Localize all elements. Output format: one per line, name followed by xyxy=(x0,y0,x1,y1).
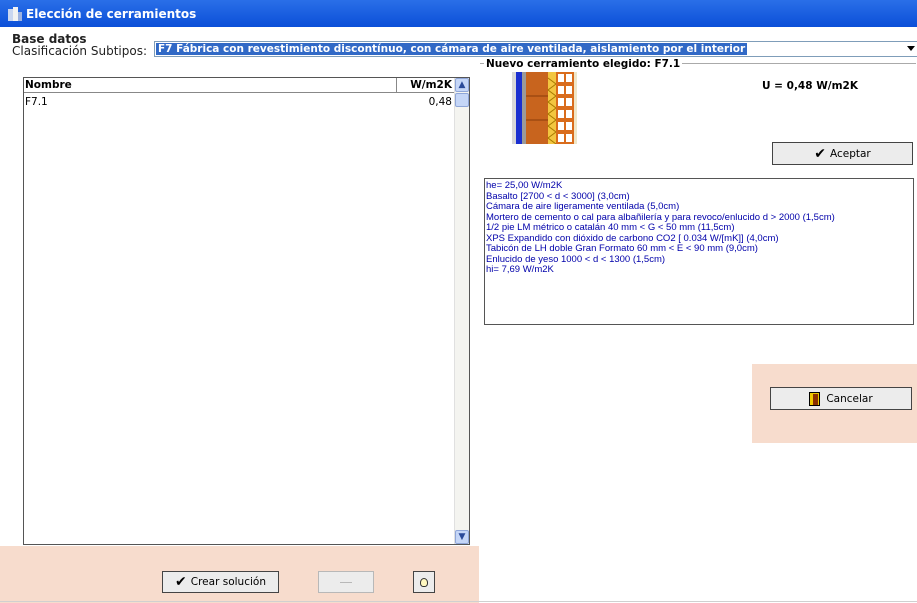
crear-solucion-label: Crear solución xyxy=(190,576,266,588)
window-titlebar: Elección de cerramientos xyxy=(0,0,917,27)
lightbulb-icon xyxy=(420,577,428,587)
nuevo-cerramiento-title: Nuevo cerramiento elegido: F7.1 xyxy=(484,58,683,70)
wall-section-image xyxy=(512,72,577,144)
scroll-thumb[interactable] xyxy=(455,93,469,107)
cancelar-button[interactable]: Cancelar xyxy=(770,387,912,410)
column-header-u[interactable]: W/m2K xyxy=(396,78,455,93)
row-u-value: 0,48 xyxy=(428,96,452,108)
scroll-down-icon[interactable]: ▼ xyxy=(455,530,469,544)
description-line: he= 25,00 W/m2K xyxy=(486,180,563,191)
u-value-label: U = 0,48 W/m2K xyxy=(762,80,858,92)
clasificacion-label: Clasificación Subtipos: xyxy=(12,44,147,58)
window-title: Elección de cerramientos xyxy=(26,6,197,21)
table-scrollbar[interactable]: ▲ ▼ xyxy=(454,78,469,544)
dash-icon xyxy=(340,582,352,583)
layers-description[interactable]: he= 25,00 W/m2K Basalto [2700 < d < 3000… xyxy=(484,178,914,325)
crear-solucion-button[interactable]: ✔ Crear solución xyxy=(162,571,279,593)
table-header: Nombre W/m2K xyxy=(24,78,455,93)
divider xyxy=(0,601,917,602)
subtype-selected-value: F7 Fábrica con revestimiento discontínuo… xyxy=(156,43,748,55)
row-nombre: F7.1 xyxy=(25,96,48,108)
building-icon xyxy=(8,6,22,21)
cancelar-label: Cancelar xyxy=(826,392,873,405)
subtype-dropdown[interactable]: F7 Fábrica con revestimiento discontínuo… xyxy=(154,41,917,57)
disabled-button[interactable] xyxy=(318,571,374,593)
description-line: Tabicón de LH doble Gran Formato 60 mm <… xyxy=(486,243,758,254)
description-line: 1/2 pie LM métrico o catalán 40 mm < G <… xyxy=(486,222,735,233)
table-row[interactable]: F7.1 0,48 xyxy=(24,95,455,110)
cerramientos-table: Nombre W/m2K F7.1 0,48 ▲ ▼ xyxy=(23,77,470,545)
description-line: hi= 7,69 W/m2K xyxy=(486,264,554,275)
scroll-up-icon[interactable]: ▲ xyxy=(455,78,469,92)
checkmark-icon: ✔ xyxy=(814,145,826,162)
chevron-down-icon[interactable] xyxy=(907,46,915,51)
column-header-nombre[interactable]: Nombre xyxy=(25,79,72,91)
hint-button[interactable] xyxy=(413,571,435,593)
aceptar-button[interactable]: ✔ Aceptar xyxy=(772,142,913,165)
exit-door-icon xyxy=(809,391,821,406)
checkmark-icon: ✔ xyxy=(175,574,187,590)
aceptar-label: Aceptar xyxy=(829,147,871,160)
description-line: Cámara de aire ligeramente ventilada (5,… xyxy=(486,201,680,212)
